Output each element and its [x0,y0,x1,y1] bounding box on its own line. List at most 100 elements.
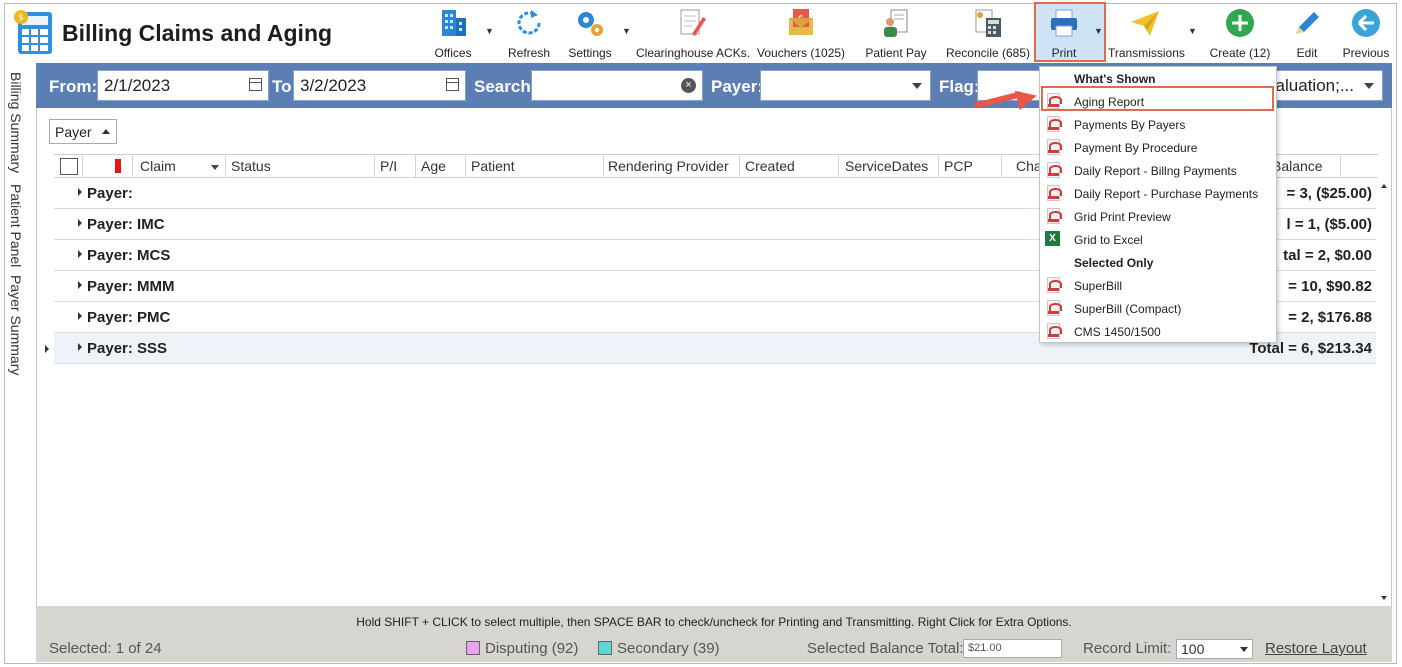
pdf-icon [1047,277,1062,293]
expand-arrow-icon[interactable] [78,281,82,289]
tab-patient-panel[interactable]: Patient Panel [8,184,24,267]
menu-section-label: What's Shown [1074,72,1156,86]
menu-item-superbill[interactable]: SuperBill [1040,274,1276,297]
create-button[interactable]: Create (12) [1205,4,1275,62]
scroll-up-icon[interactable] [1381,184,1387,188]
print-label: Print [1051,46,1077,60]
print-button[interactable]: Print [1036,4,1092,62]
group-row-label: Payer: PMC [87,309,171,326]
group-row-label: Payer: MCS [87,247,171,264]
flag-label: Flag: [939,77,980,96]
col-balance[interactable]: Balance [1272,158,1323,174]
expand-arrow-icon[interactable] [78,250,82,258]
record-limit-select[interactable]: 100 [1176,639,1253,659]
col-pi[interactable]: P/I [380,158,397,174]
clearinghouse-acks-button[interactable]: Clearinghouse ACKs. [636,4,751,62]
menu-item-cms-1450-1500[interactable]: CMS 1450/1500 [1040,320,1276,343]
clearinghouse-label: Clearinghouse ACKs. [636,46,751,60]
edit-button[interactable]: Edit [1284,4,1330,62]
col-claim[interactable]: Claim [140,158,176,174]
vouchers-label: Vouchers (1025) [757,46,846,60]
reconcile-button[interactable]: Reconcile (685) [944,4,1032,62]
flag-value: valuation;... [1267,76,1354,95]
refresh-icon [517,10,541,35]
filter-dropdown-icon[interactable] [211,165,219,170]
buildings-icon [442,10,466,36]
patient-pay-button[interactable]: Patient Pay [864,4,928,62]
chevron-down-icon [1240,647,1248,652]
tab-payer-summary[interactable]: Payer Summary [8,275,24,375]
menu-item-grid-print-preview[interactable]: Grid Print Preview [1040,205,1276,228]
scroll-down-icon[interactable] [1381,596,1387,600]
sort-ascending-icon [101,129,110,134]
group-row-total: = 10, $90.82 [1288,278,1372,295]
col-service-dates[interactable]: ServiceDates [845,158,928,174]
menu-item-label: SuperBill (Compact) [1074,302,1182,316]
settings-button[interactable]: Settings [563,4,617,62]
col-pcp[interactable]: PCP [944,158,973,174]
refresh-label: Refresh [507,46,551,60]
document-pencil-icon [680,9,706,36]
previous-button[interactable]: Previous [1340,4,1392,62]
svg-text:$: $ [18,13,24,23]
gears-icon [578,12,603,36]
back-arrow-icon [1352,9,1380,37]
selected-count: Selected: 1 of 24 [49,640,162,657]
search-input[interactable]: × [531,70,703,101]
group-chip-payer[interactable]: Payer [49,119,117,144]
pdf-icon [1047,300,1062,316]
settings-dropdown-icon[interactable]: ▼ [622,26,631,36]
col-charges[interactable]: Cha [1016,158,1042,174]
menu-item-label: Daily Report - Purchase Payments [1074,187,1259,201]
menu-item-payments-by-payers[interactable]: Payments By Payers [1040,113,1276,136]
expand-arrow-icon[interactable] [78,343,82,351]
menu-item-superbill-compact[interactable]: SuperBill (Compact) [1040,297,1276,320]
offices-button[interactable]: Offices [425,4,481,62]
menu-section-selected-only: Selected Only [1040,251,1276,274]
expand-arrow-icon[interactable] [78,188,82,196]
reconcile-calculator-icon [975,9,1001,37]
to-date-input[interactable]: 3/2/2023 [293,70,466,101]
col-created[interactable]: Created [745,158,795,174]
expand-arrow-icon[interactable] [78,219,82,227]
create-label: Create (12) [1209,46,1271,60]
vertical-scrollbar[interactable] [1378,178,1391,606]
from-date-input[interactable]: 2/1/2023 [97,70,269,101]
col-status[interactable]: Status [231,158,271,174]
group-row-label: Payer: SSS [87,340,168,357]
vouchers-button[interactable]: $ Vouchers (1025) [757,4,845,62]
col-patient[interactable]: Patient [471,158,515,174]
calendar-icon[interactable] [249,78,262,91]
transmissions-button[interactable]: Transmissions [1108,4,1185,62]
restore-layout-link[interactable]: Restore Layout [1265,640,1367,657]
printer-icon [1051,9,1077,37]
calendar-icon[interactable] [446,78,459,91]
expand-arrow-icon[interactable] [78,312,82,320]
menu-item-label: Payment By Procedure [1074,141,1198,155]
refresh-button[interactable]: Refresh [503,4,555,62]
offices-dropdown-icon[interactable]: ▼ [485,26,494,36]
menu-item-payment-by-procedure[interactable]: Payment By Procedure [1040,136,1276,159]
tab-billing-summary[interactable]: Billing Summary [8,72,24,173]
previous-label: Previous [1342,46,1390,60]
menu-item-daily-report-purchase[interactable]: Daily Report - Purchase Payments [1040,182,1276,205]
col-rendering-provider[interactable]: Rendering Provider [608,158,729,174]
clear-search-icon[interactable]: × [681,78,696,93]
menu-item-label: Daily Report - Billng Payments [1074,164,1237,178]
group-chip-label: Payer [55,124,92,140]
print-dropdown-icon[interactable]: ▼ [1094,26,1103,36]
select-all-checkbox[interactable] [60,158,78,175]
column-separator [415,155,416,178]
page-title: Billing Claims and Aging [62,20,333,46]
group-row-total: tal = 2, $0.00 [1283,247,1372,264]
pdf-icon [1047,162,1062,178]
col-age[interactable]: Age [421,158,446,174]
transmissions-dropdown-icon[interactable]: ▼ [1188,26,1197,36]
menu-item-daily-report-billing[interactable]: Daily Report - Billng Payments [1040,159,1276,182]
menu-item-grid-to-excel[interactable]: X Grid to Excel [1040,228,1276,251]
selected-balance-label: Selected Balance Total: [807,640,964,657]
payer-select[interactable] [760,70,931,101]
from-date-value: 2/1/2023 [104,76,171,95]
pdf-icon [1047,208,1062,224]
column-separator [374,155,375,178]
